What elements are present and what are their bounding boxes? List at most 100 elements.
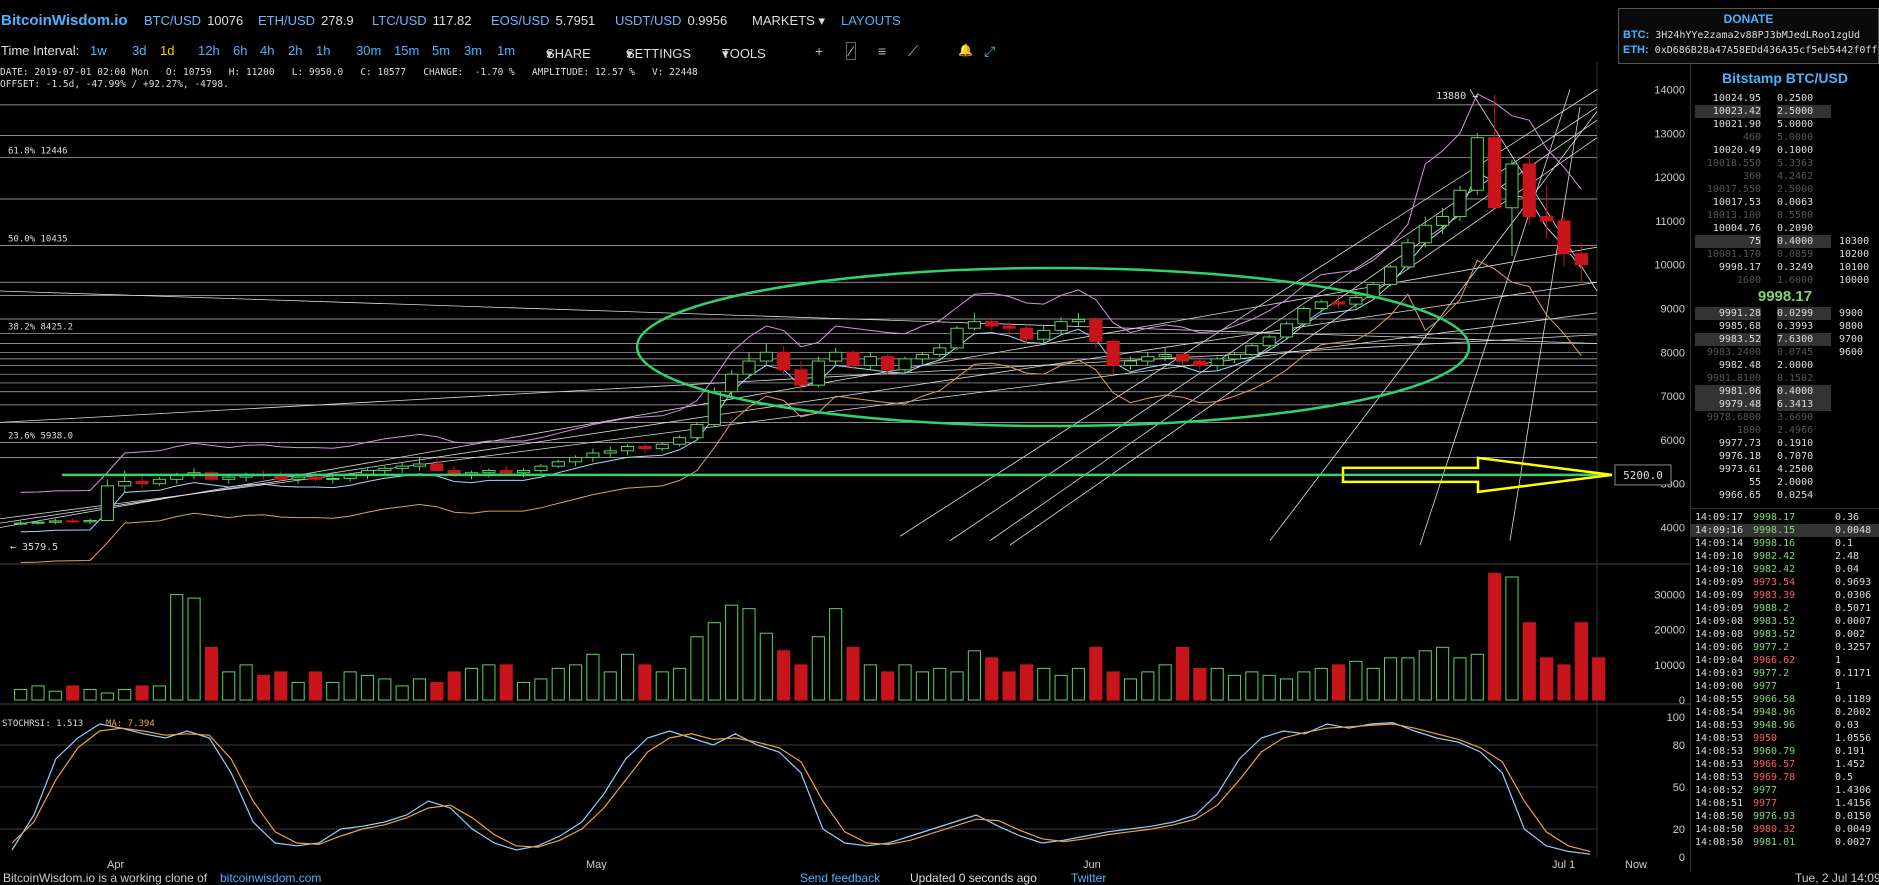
ask-row[interactable]: 10020.49 0.1000 <box>1691 144 1879 157</box>
interval-3m[interactable]: 3m <box>464 43 482 58</box>
bid-row[interactable]: 9983.52 7.6300 9700 <box>1691 333 1879 346</box>
bid-price: 9979.48 <box>1695 398 1761 411</box>
candle <box>1488 137 1502 209</box>
fullscreen-icon[interactable]: ⤢ <box>984 43 995 60</box>
ask-row[interactable]: 10001.170 0.0859 10200 <box>1691 248 1879 261</box>
volume-bar <box>152 685 166 701</box>
interval-1m[interactable]: 1m <box>497 43 515 58</box>
send-feedback-link[interactable]: Send feedback <box>800 871 880 885</box>
pitchfork-icon[interactable]: ⟋ <box>908 43 918 60</box>
trade-time: 14:09:04 <box>1695 655 1744 666</box>
candle <box>1245 345 1259 355</box>
ask-row[interactable]: 1600 1.6000 10000 <box>1691 274 1879 287</box>
fib-label: 50.0% 10435 <box>8 235 68 245</box>
ask-row[interactable]: 10021.90 5.0000 <box>1691 118 1879 131</box>
interval-12h[interactable]: 12h <box>198 43 220 58</box>
ask-row[interactable]: 460 5.0000 <box>1691 131 1879 144</box>
bid-row[interactable]: 9966.65 0.0254 <box>1691 489 1879 502</box>
trade-amount: 0.191 <box>1835 746 1866 757</box>
interval-3d[interactable]: 3d <box>132 43 146 58</box>
ask-amount: 5.0000 <box>1777 132 1814 143</box>
ticker-btc[interactable]: BTC/USD 10076 <box>144 13 243 28</box>
app-logo[interactable]: BitcoinWisdom.io <box>1 12 128 29</box>
ticker-ltc[interactable]: LTC/USD 117.82 <box>372 13 471 28</box>
bid-row[interactable]: 9981.06 0.4000 <box>1691 385 1879 398</box>
volume-bar <box>1002 671 1016 701</box>
ask-row[interactable]: 10004.76 0.2090 <box>1691 222 1879 235</box>
ask-row[interactable]: 10017.53 0.0063 <box>1691 196 1879 209</box>
ask-row[interactable]: 10024.95 0.2500 <box>1691 92 1879 105</box>
ticker-eth[interactable]: ETH/USD 278.9 <box>258 13 354 28</box>
interval-1d[interactable]: 1d <box>160 43 174 58</box>
volume-bar <box>516 681 531 701</box>
eth-address[interactable]: 0xD686B28a47A58EDd436A35cf5eb5442f0ff6 <box>1655 45 1878 56</box>
bid-row[interactable]: 9991.28 0.0299 9900 <box>1691 307 1879 320</box>
interval-4h[interactable]: 4h <box>260 43 274 58</box>
ask-row[interactable]: 10013.100 0.5500 <box>1691 209 1879 222</box>
clone-link[interactable]: bitcoinwisdom.com <box>220 871 321 885</box>
interval-1w[interactable]: 1w <box>90 43 107 58</box>
trendline-icon[interactable]: ⁄ <box>846 42 857 60</box>
trade-row: 14:09:00 9977 1 <box>1691 680 1879 693</box>
volume-bar <box>291 681 305 701</box>
ask-row[interactable]: 10018.550 5.3363 <box>1691 157 1879 170</box>
crosshair-icon[interactable]: + <box>815 43 823 59</box>
bid-price: 9983.52 <box>1695 333 1761 346</box>
ask-price: 10021.90 <box>1712 119 1761 130</box>
market-title[interactable]: Bitstamp BTC/USD <box>1691 70 1879 92</box>
x-axis-label: Jul 1 <box>1552 859 1575 870</box>
ma-label: MA: 7.394 <box>106 719 155 729</box>
interval-2h[interactable]: 2h <box>288 43 302 58</box>
bid-row[interactable]: 9981.8100 0.1502 <box>1691 372 1879 385</box>
interval-30m[interactable]: 30m <box>356 43 381 58</box>
candle <box>915 353 929 360</box>
ask-row[interactable]: 75 0.4000 10300 <box>1691 235 1879 248</box>
layouts-link[interactable]: LAYOUTS <box>841 13 901 28</box>
ticker-usdt[interactable]: USDT/USD 0.9956 <box>615 13 727 28</box>
trade-amount: 0.1171 <box>1835 668 1872 679</box>
fib-label: 38.2% 8425.2 <box>8 323 73 333</box>
ask-price: 10013.100 <box>1706 210 1761 221</box>
chevron-down-icon: ▾ <box>722 46 729 61</box>
bid-row[interactable]: 9976.18 0.7070 <box>1691 450 1879 463</box>
interval-6h[interactable]: 6h <box>233 43 247 58</box>
volume-bar <box>898 664 912 701</box>
bid-row[interactable]: 9973.61 4.2500 <box>1691 463 1879 476</box>
interval-1h[interactable]: 1h <box>316 43 330 58</box>
bid-row[interactable]: 9985.68 0.3993 9800 <box>1691 320 1879 333</box>
price-chart[interactable]: 1400013000120001100010000900080007000600… <box>0 62 1690 870</box>
ask-row[interactable]: 9998.17 0.3249 10100 <box>1691 261 1879 274</box>
volume-bar <box>1349 660 1363 701</box>
bid-row[interactable]: 9977.73 0.1910 <box>1691 437 1879 450</box>
trade-time: 14:09:14 <box>1695 538 1744 549</box>
bid-depth: 9700 <box>1839 334 1864 345</box>
trade-amount: 0.03 <box>1835 720 1860 731</box>
bid-row[interactable]: 1800 2.4966 <box>1691 424 1879 437</box>
ask-amount: 0.2500 <box>1777 93 1814 104</box>
ask-price: 10004.76 <box>1712 223 1761 234</box>
fibonacci-icon[interactable]: ≡ <box>878 43 886 59</box>
interval-5m[interactable]: 5m <box>432 43 450 58</box>
bid-row[interactable]: 9982.48 2.0000 <box>1691 359 1879 372</box>
ask-price: 75 <box>1695 235 1761 248</box>
interval-15m[interactable]: 15m <box>394 43 419 58</box>
ask-row[interactable]: 10017.550 2.5000 <box>1691 183 1879 196</box>
ask-row[interactable]: 360 4.2462 <box>1691 170 1879 183</box>
bid-row[interactable]: 9979.48 6.3413 <box>1691 398 1879 411</box>
volume-bar <box>881 671 895 701</box>
bid-row[interactable]: 9978.6800 3.6690 <box>1691 411 1879 424</box>
candle <box>1210 358 1224 366</box>
ticker-eos[interactable]: EOS/USD 5.7951 <box>491 13 595 28</box>
alert-bell-icon[interactable]: 🔔 <box>958 43 973 57</box>
bid-row[interactable]: 55 2.0000 <box>1691 476 1879 489</box>
markets-menu[interactable]: MARKETS ▾ <box>752 13 825 29</box>
twitter-link[interactable]: Twitter <box>1071 871 1106 885</box>
bid-amount: 6.3413 <box>1777 398 1831 411</box>
ask-row[interactable]: 10023.42 2.5000 <box>1691 105 1879 118</box>
ask-amount: 5.3363 <box>1777 158 1814 169</box>
bid-row[interactable]: 9983.2400 0.0745 9600 <box>1691 346 1879 359</box>
bid-price: 9978.6800 <box>1706 412 1761 423</box>
candle <box>794 369 808 386</box>
btc-address[interactable]: 3H24hYYe2zama2v88PJ3bMJedLRoo1zgUd <box>1655 30 1860 41</box>
volume-bar <box>1245 671 1259 701</box>
